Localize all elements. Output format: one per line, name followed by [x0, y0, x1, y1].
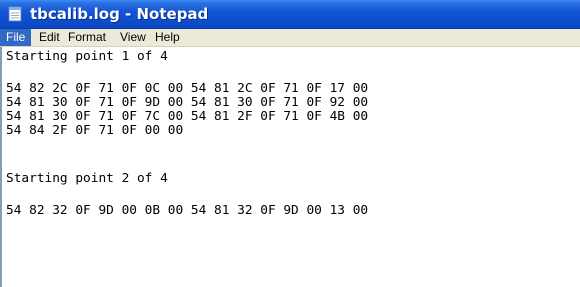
- notepad-window: tbcalib.log - Notepad File Edit Format V…: [0, 0, 580, 287]
- notepad-icon[interactable]: [7, 6, 23, 22]
- menu-format[interactable]: Format: [62, 29, 112, 46]
- editor-line: 54 84 2F 0F 71 0F 00 00: [6, 123, 184, 138]
- menu-edit[interactable]: Edit: [33, 29, 66, 46]
- window-title: tbcalib.log - Notepad: [30, 5, 209, 23]
- editor-line: 54 82 32 0F 9D 00 0B 00 54 81 32 0F 9D 0…: [6, 203, 369, 218]
- menu-file[interactable]: File: [0, 29, 32, 46]
- editor-line: Starting point 1 of 4: [6, 49, 168, 64]
- title-bar[interactable]: tbcalib.log - Notepad: [0, 0, 580, 29]
- menu-help[interactable]: Help: [149, 29, 186, 46]
- menu-view[interactable]: View: [114, 29, 152, 46]
- text-editor-area[interactable]: Starting point 1 of 4 54 82 2C 0F 71 0F …: [0, 47, 580, 287]
- menu-bar: File Edit Format View Help: [0, 29, 580, 47]
- editor-line: Starting point 2 of 4: [6, 171, 168, 186]
